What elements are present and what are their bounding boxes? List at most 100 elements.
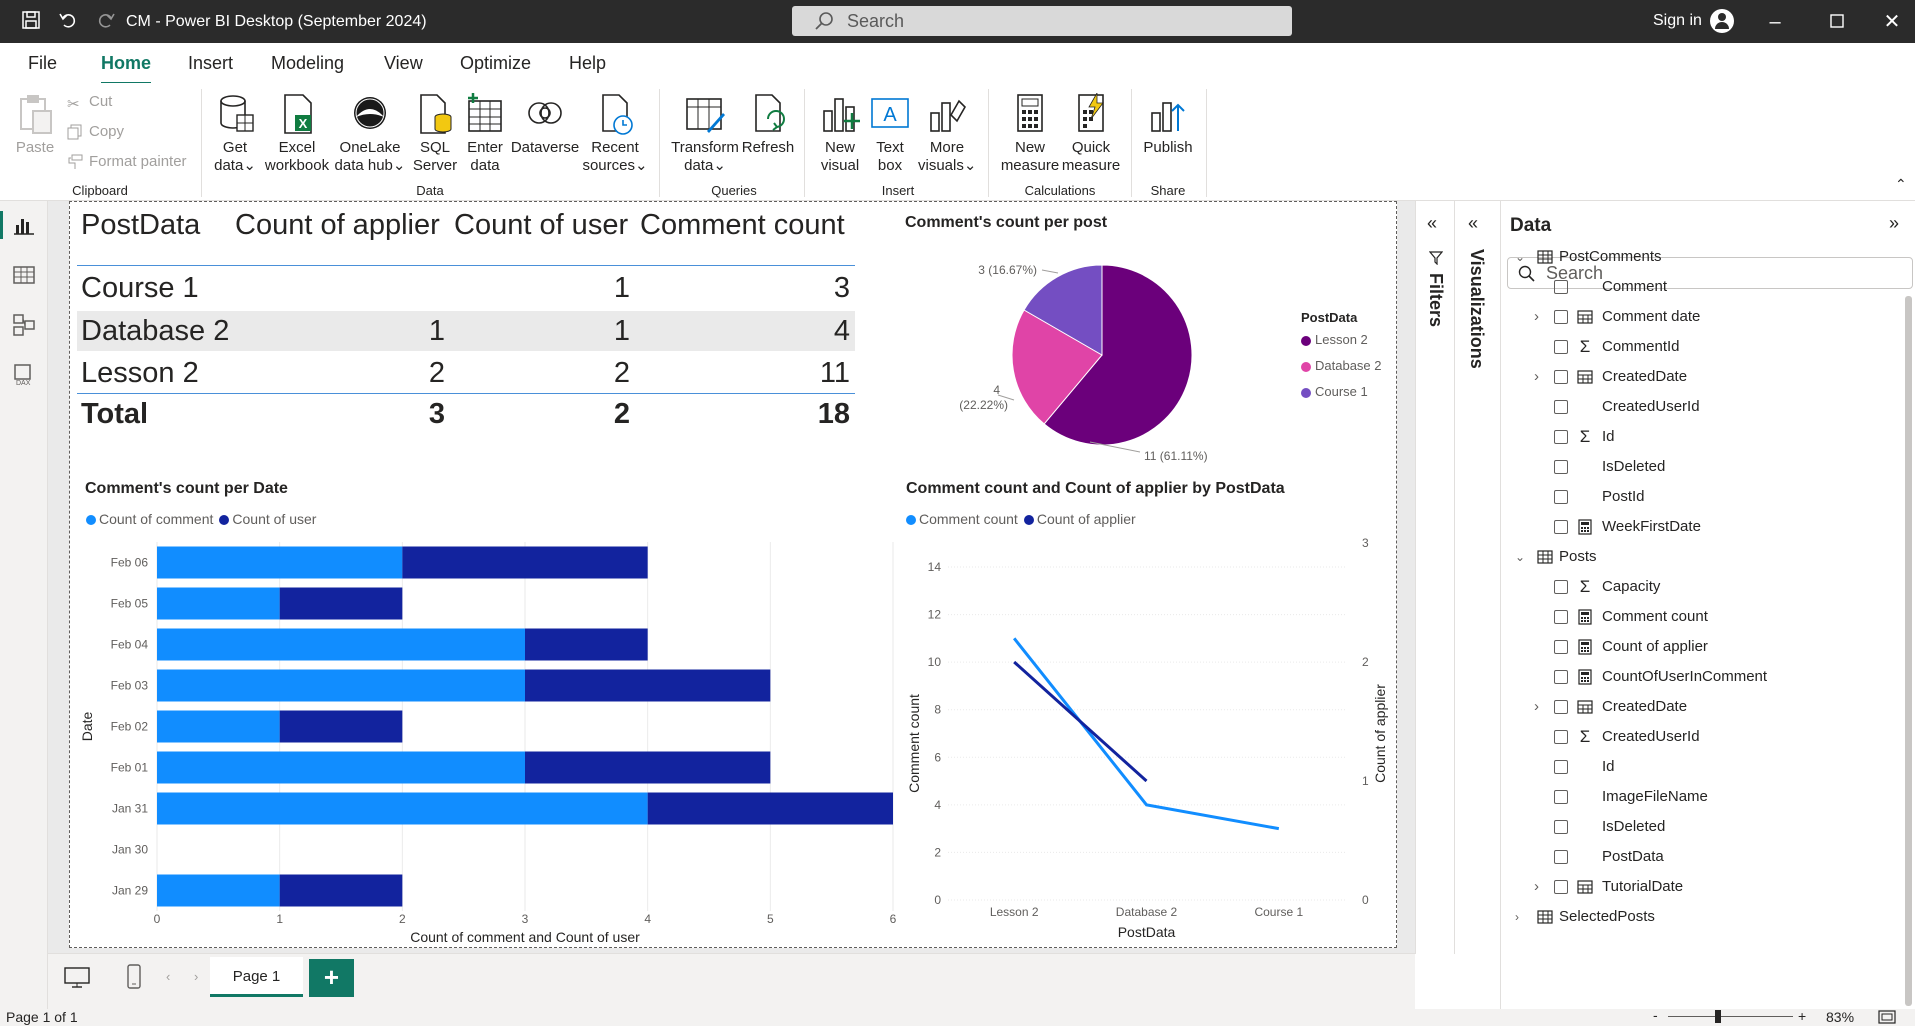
- data-field-item[interactable]: Count of applier: [1501, 632, 1901, 662]
- more-visuals-button[interactable]: More visuals⌄: [918, 93, 976, 175]
- undo-icon[interactable]: [56, 10, 80, 34]
- add-page-button[interactable]: +: [309, 959, 354, 997]
- format-painter-button[interactable]: Format painter: [67, 151, 187, 173]
- search-box[interactable]: Search: [792, 6, 1292, 36]
- chevron-down-icon[interactable]: ⌄: [1515, 542, 1525, 572]
- menu-view[interactable]: View: [384, 53, 423, 74]
- transform-data-button[interactable]: Transform data⌄: [668, 93, 742, 175]
- data-field-item[interactable]: › Comment date: [1501, 302, 1901, 332]
- refresh-button[interactable]: Refresh: [740, 93, 796, 157]
- bar-segment[interactable]: [157, 628, 525, 661]
- data-field-item[interactable]: Comment: [1501, 272, 1901, 302]
- bar-segment[interactable]: [279, 710, 403, 743]
- data-field-item[interactable]: Σ CreatedUserId: [1501, 722, 1901, 752]
- chevron-right-icon[interactable]: ›: [1534, 872, 1539, 902]
- field-checkbox[interactable]: [1554, 400, 1568, 414]
- excel-workbook-button[interactable]: X Excel workbook: [262, 93, 332, 175]
- pie-legend-item[interactable]: Course 1: [1301, 383, 1382, 409]
- table-header-comment-count[interactable]: Comment count: [640, 209, 845, 242]
- field-checkbox[interactable]: [1554, 730, 1568, 744]
- dax-query-view-icon[interactable]: DAX: [12, 363, 36, 387]
- bar-segment[interactable]: [157, 669, 525, 702]
- field-checkbox[interactable]: [1554, 670, 1568, 684]
- bar-segment[interactable]: [157, 792, 648, 825]
- field-checkbox[interactable]: [1554, 280, 1568, 294]
- redo-icon[interactable]: [94, 10, 118, 34]
- pie-legend-item[interactable]: Lesson 2: [1301, 331, 1382, 357]
- field-checkbox[interactable]: [1554, 340, 1568, 354]
- field-checkbox[interactable]: [1554, 490, 1568, 504]
- mobile-layout-icon[interactable]: [126, 964, 142, 990]
- zoom-out-button[interactable]: -: [1653, 1007, 1658, 1023]
- visualizations-label[interactable]: Visualizations: [1466, 249, 1487, 369]
- menu-modeling[interactable]: Modeling: [271, 53, 344, 74]
- table-view-icon[interactable]: [12, 263, 36, 287]
- line-series-comment-count[interactable]: [1012, 637, 1280, 831]
- data-field-item[interactable]: Σ Id: [1501, 422, 1901, 452]
- menu-file[interactable]: File: [28, 53, 57, 74]
- bar-chart-svg[interactable]: 0 1 2 3 4 5 6 Feb 06 Feb 05 Feb 04 Feb 03 Feb 02 Feb…: [70, 530, 910, 945]
- filters-pane[interactable]: « Filters: [1415, 201, 1455, 954]
- maximize-icon[interactable]: [1822, 8, 1852, 36]
- field-checkbox[interactable]: [1554, 790, 1568, 804]
- bar-segment[interactable]: [647, 792, 893, 825]
- new-visual-button[interactable]: New visual: [817, 93, 863, 175]
- table-header-postdata[interactable]: PostData: [81, 209, 200, 242]
- bar-segment[interactable]: [402, 546, 648, 579]
- zoom-in-button[interactable]: +: [1798, 1008, 1806, 1024]
- data-field-item[interactable]: ImageFileName: [1501, 782, 1901, 812]
- visualizations-pane[interactable]: « Visualizations: [1455, 201, 1501, 1009]
- fit-to-page-icon[interactable]: [1878, 1010, 1896, 1024]
- line-series-count-of-applier[interactable]: [1013, 660, 1148, 783]
- collapse-ribbon-icon[interactable]: ⌃: [1895, 176, 1907, 193]
- minimize-icon[interactable]: –: [1760, 8, 1790, 36]
- data-field-item[interactable]: PostId: [1501, 482, 1901, 512]
- collapse-data-pane-icon[interactable]: »: [1889, 213, 1899, 234]
- report-view-icon[interactable]: [12, 213, 36, 237]
- cut-button[interactable]: ✂ Cut: [67, 91, 112, 113]
- data-field-item[interactable]: › CreatedDate: [1501, 362, 1901, 392]
- bar-segment[interactable]: [157, 546, 403, 579]
- field-checkbox[interactable]: [1554, 640, 1568, 654]
- data-field-item[interactable]: › CreatedDate: [1501, 692, 1901, 722]
- data-field-item[interactable]: IsDeleted: [1501, 812, 1901, 842]
- quick-measure-button[interactable]: Quick measure: [1058, 93, 1124, 175]
- new-measure-button[interactable]: New measure: [997, 93, 1063, 175]
- bar-segment[interactable]: [525, 751, 771, 784]
- bar-segment[interactable]: [157, 587, 280, 620]
- menu-home[interactable]: Home: [101, 53, 152, 85]
- legend-item[interactable]: Count of user: [219, 511, 316, 527]
- bar-segment[interactable]: [279, 874, 403, 907]
- data-pane-scrollbar[interactable]: [1905, 296, 1912, 1006]
- close-icon[interactable]: ✕: [1877, 8, 1907, 36]
- bar-segment[interactable]: [157, 751, 525, 784]
- field-checkbox[interactable]: [1554, 880, 1568, 894]
- avatar-icon[interactable]: [1710, 9, 1734, 33]
- chevron-down-icon[interactable]: ⌄: [1515, 242, 1525, 272]
- bar-segment[interactable]: [157, 874, 280, 907]
- chevron-right-icon[interactable]: ›: [1534, 692, 1539, 722]
- line-chart-svg[interactable]: 024681012140123Lesson 2 Database 2 Course …: [900, 530, 1390, 945]
- data-field-item[interactable]: CreatedUserId: [1501, 392, 1901, 422]
- onelake-data-hub-button[interactable]: OneLake data hub⌄: [332, 93, 408, 175]
- bar-segment[interactable]: [525, 628, 648, 661]
- data-field-item[interactable]: › TutorialDate: [1501, 872, 1901, 902]
- zoom-slider[interactable]: [1668, 1016, 1793, 1017]
- data-field-item[interactable]: Σ Capacity: [1501, 572, 1901, 602]
- field-checkbox[interactable]: [1554, 460, 1568, 474]
- sign-in-link[interactable]: Sign in: [1653, 12, 1702, 30]
- menu-help[interactable]: Help: [569, 53, 606, 74]
- page-tab-1[interactable]: Page 1: [210, 957, 303, 997]
- data-field-item[interactable]: Comment count: [1501, 602, 1901, 632]
- chevron-right-icon[interactable]: ›: [1534, 302, 1539, 332]
- field-checkbox[interactable]: [1554, 520, 1568, 534]
- get-data-button[interactable]: Get data⌄: [207, 93, 263, 175]
- chevron-right-icon[interactable]: ›: [1534, 362, 1539, 392]
- previous-page-icon[interactable]: ‹: [166, 969, 170, 984]
- data-field-item[interactable]: Σ CommentId: [1501, 332, 1901, 362]
- field-checkbox[interactable]: [1554, 820, 1568, 834]
- legend-item[interactable]: Comment count: [906, 511, 1018, 527]
- filters-label[interactable]: Filters: [1425, 273, 1446, 327]
- bar-segment[interactable]: [525, 669, 771, 702]
- data-field-item[interactable]: CountOfUserInComment: [1501, 662, 1901, 692]
